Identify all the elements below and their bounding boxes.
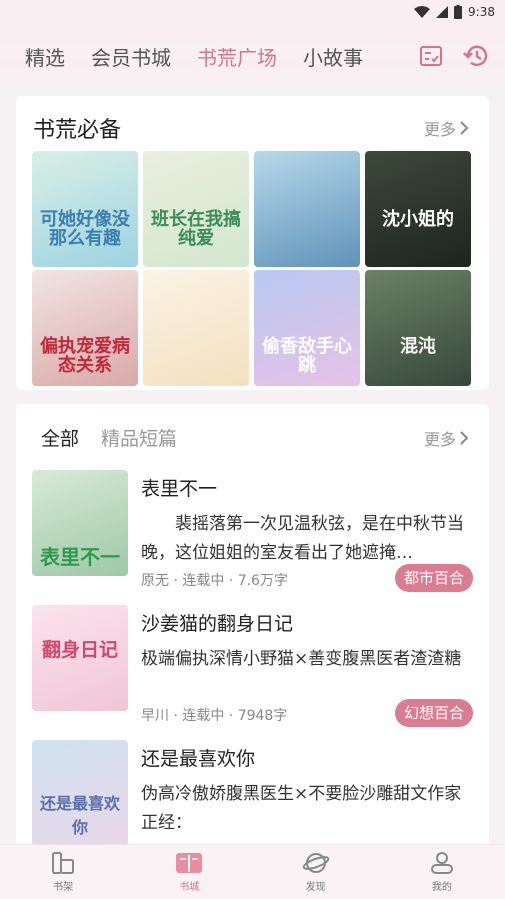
book-cover[interactable] — [143, 270, 249, 386]
book-meta: 早川 · 连载中 · 7948字 — [141, 708, 288, 724]
bookshelf-icon — [52, 852, 75, 874]
book-cover[interactable]: 混沌 — [365, 270, 471, 386]
book-cover[interactable]: 班长在我搞纯爱 — [143, 151, 249, 267]
status-bar: 9:38 — [0, 0, 505, 24]
battery-icon — [454, 5, 463, 19]
book-title: 还是最喜欢你 — [141, 748, 256, 770]
book-description: 裴摇落第一次见温秋弦，是在中秋节当晚，这位姐姐的室友看出了她遮掩… — [141, 514, 464, 563]
book-cover[interactable] — [254, 151, 360, 267]
book-list: 表里不一 表里不一 裴摇落第一次见温秋弦，是在中秋节当晚，这位姐姐的室友看出了她… — [32, 468, 473, 864]
genre-tag[interactable]: 幻想百合 — [394, 699, 473, 727]
more-label: 更多 — [423, 430, 456, 449]
book-description: 伪高冷傲娇腹黑医生×不要脸沙雕甜文作家正经： — [141, 784, 462, 833]
top-nav: 精选 会员书城 书荒广场 小故事 — [0, 24, 505, 88]
list-more-link[interactable]: 更多 — [424, 426, 469, 450]
chevron-right-icon — [460, 121, 469, 135]
bookstore-icon — [176, 853, 203, 873]
book-cover[interactable]: 偏执宠爱病态关系 — [32, 270, 138, 386]
filter-tab-short-stories[interactable]: 精品短篇 — [101, 424, 177, 451]
cover-grid: 可她好像没那么有趣 班长在我搞纯爱 沈小姐的 偏执宠爱病态关系 偷香敌手心跳 混… — [32, 151, 473, 387]
bottom-nav-bookstore[interactable]: 书城 — [126, 845, 252, 899]
book-cover[interactable]: 偷香敌手心跳 — [254, 270, 360, 386]
tab-book-plaza[interactable]: 书荒广场 — [197, 42, 277, 71]
filter-tab-all[interactable]: 全部 — [36, 424, 84, 451]
bottom-nav: 书架 书城 发现 我的 — [0, 844, 505, 899]
wifi-icon — [414, 6, 431, 18]
signal-icon — [436, 6, 449, 18]
more-label: 更多 — [423, 120, 456, 139]
bottom-nav-discover[interactable]: 发现 — [253, 845, 379, 899]
list-item[interactable]: 表里不一 表里不一 裴摇落第一次见温秋弦，是在中秋节当晚，这位姐姐的室友看出了她… — [32, 468, 473, 603]
book-thumbnail: 翻身日记 — [32, 605, 128, 711]
profile-icon — [430, 852, 453, 874]
bottom-nav-bookshelf[interactable]: 书架 — [0, 845, 126, 899]
chevron-right-icon — [460, 431, 469, 445]
filter-tabs: 全部 精品短篇 — [36, 424, 177, 451]
book-thumbnail: 表里不一 — [32, 470, 128, 576]
essentials-section: 书荒必备 更多 可她好像没那么有趣 班长在我搞纯爱 沈小姐的 偏执宠爱病态关系 … — [16, 96, 489, 390]
book-list-section: 全部 精品短篇 更多 表里不一 表里不一 裴摇落第一次见温秋弦，是在中秋节当晚，… — [16, 404, 489, 864]
genre-tag[interactable]: 都市百合 — [394, 564, 473, 592]
history-icon[interactable] — [463, 44, 489, 68]
book-cover[interactable]: 可她好像没那么有趣 — [32, 151, 138, 267]
book-title: 沙姜猫的翻身日记 — [141, 613, 294, 635]
list-item[interactable]: 翻身日记 沙姜猫的翻身日记 极端偏执深情小野猫×善变腹黑医者渣渣糖 早川 · 连… — [32, 603, 473, 738]
book-cover[interactable]: 沈小姐的 — [365, 151, 471, 267]
tab-short-stories[interactable]: 小故事 — [303, 42, 363, 71]
book-title: 表里不一 — [141, 478, 218, 500]
discover-icon — [302, 853, 329, 873]
book-thumbnail: 还是最喜欢你 — [32, 740, 128, 846]
book-meta: 原无 · 连载中 · 7.6万字 — [141, 573, 288, 589]
book-description: 极端偏执深情小野猫×善变腹黑医者渣渣糖 — [141, 649, 462, 669]
bottom-nav-profile[interactable]: 我的 — [379, 845, 505, 899]
checklist-icon[interactable] — [419, 45, 443, 67]
status-time: 9:38 — [468, 5, 495, 19]
nav-icons — [419, 24, 489, 88]
essentials-more-link[interactable]: 更多 — [424, 116, 469, 140]
essentials-title: 书荒必备 — [33, 118, 122, 143]
tab-featured[interactable]: 精选 — [25, 42, 65, 71]
tab-member-store[interactable]: 会员书城 — [91, 42, 171, 71]
